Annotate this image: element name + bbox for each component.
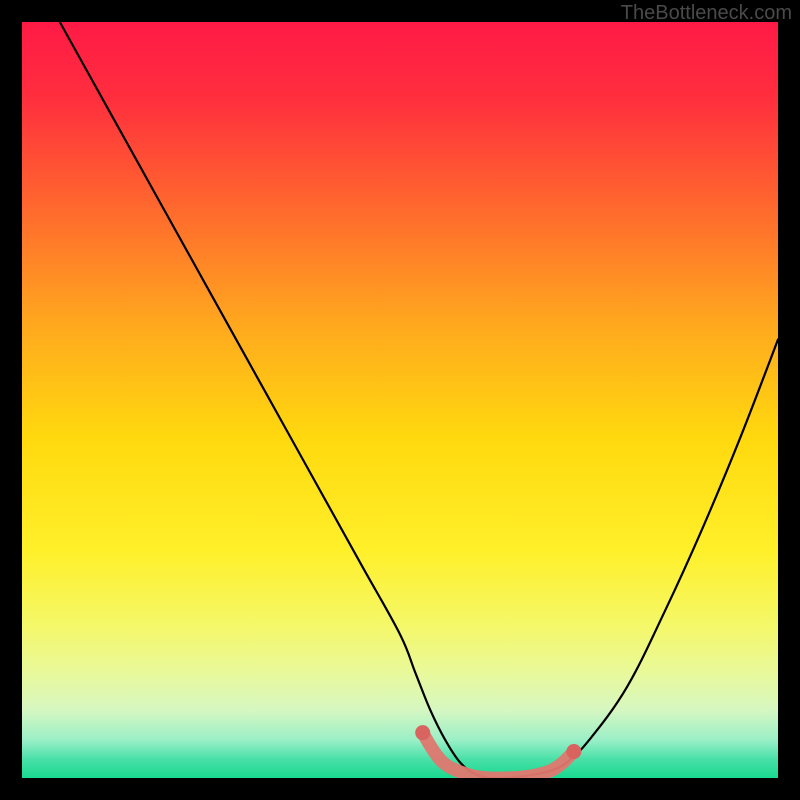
- watermark-text: TheBottleneck.com: [621, 2, 792, 25]
- chart-curve-layer: [22, 22, 778, 778]
- optimal-zone-start-marker: [415, 725, 430, 740]
- chart-plot-area: [22, 22, 778, 778]
- bottleneck-curve: [60, 22, 778, 778]
- optimal-zone-end-marker: [566, 744, 581, 759]
